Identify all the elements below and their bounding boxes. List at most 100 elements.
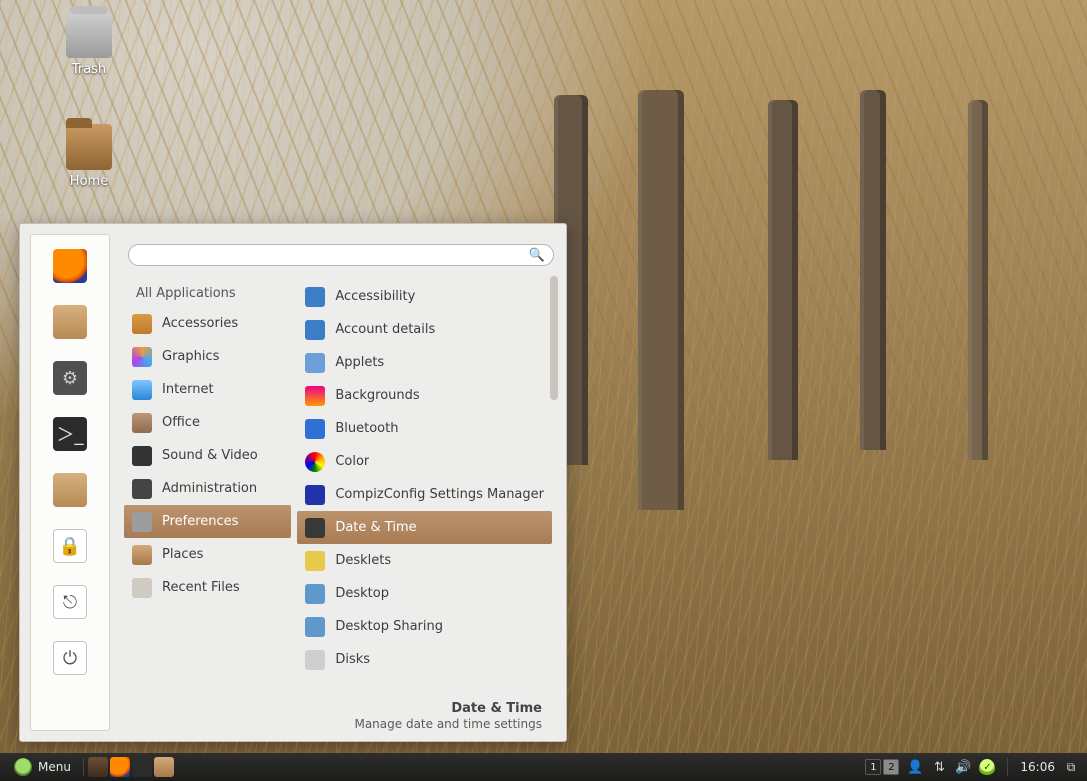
app-item-desklets[interactable]: Desklets <box>297 544 552 577</box>
category-label: Graphics <box>162 349 219 364</box>
system-tray: 1 2 👤 ⇅ 🔊 16:06 ⧉ <box>865 758 1081 776</box>
app-label: Applets <box>335 355 384 370</box>
search-icon: 🔍 <box>529 247 545 262</box>
favorite-terminal[interactable]: ＞_ <box>53 417 87 451</box>
app-item-bg[interactable]: Backgrounds <box>297 379 552 412</box>
menu-button-label: Menu <box>38 760 71 774</box>
wallpaper-decor <box>768 100 798 460</box>
logout-button[interactable]: ⎋ <box>53 585 87 619</box>
category-label: Office <box>162 415 200 430</box>
sound-icon <box>132 446 152 466</box>
clock-applet[interactable]: 16:06 <box>1020 760 1055 774</box>
lock-screen-button[interactable]: 🔒 <box>53 529 87 563</box>
category-item-sound[interactable]: Sound & Video <box>124 439 291 472</box>
accessories-icon <box>132 314 152 334</box>
app-item-share[interactable]: Desktop Sharing <box>297 610 552 643</box>
bt-icon <box>305 419 325 439</box>
logout-icon: ⎋ <box>63 592 77 613</box>
category-item-prefs[interactable]: Preferences <box>124 505 291 538</box>
app-label: Account details <box>335 322 435 337</box>
category-item-recent[interactable]: Recent Files <box>124 571 291 604</box>
workspace-2[interactable]: 2 <box>883 759 899 775</box>
firefox-launcher[interactable] <box>110 757 130 777</box>
category-item-office[interactable]: Office <box>124 406 291 439</box>
app-item-ccsm[interactable]: CompizConfig Settings Manager <box>297 478 552 511</box>
application-menu: ⚙ ＞_ 🔒 ⎋ ⏻ 🔍 All Applications Accessorie… <box>19 223 567 742</box>
bg-icon <box>305 386 325 406</box>
workspace-1[interactable]: 1 <box>865 759 881 775</box>
category-column: All Applications Accessories Graphics Inte… <box>124 274 291 697</box>
app-item-applets[interactable]: Applets <box>297 346 552 379</box>
app-label: Bluetooth <box>335 421 398 436</box>
volume-applet-icon[interactable]: 🔊 <box>955 759 971 775</box>
panel-separator <box>1007 758 1008 776</box>
app-label: Color <box>335 454 369 469</box>
app-item-color[interactable]: Color <box>297 445 552 478</box>
category-label: Places <box>162 547 203 562</box>
category-item-graphics[interactable]: Graphics <box>124 340 291 373</box>
tray-expand-icon[interactable]: ⧉ <box>1063 759 1079 775</box>
workspace-switcher: 1 2 <box>865 759 899 775</box>
user-applet-icon[interactable]: 👤 <box>907 759 923 775</box>
wallpaper-decor <box>968 100 988 460</box>
all-applications-item[interactable]: All Applications <box>124 280 291 307</box>
power-button[interactable]: ⏻ <box>53 641 87 675</box>
update-shield-icon[interactable] <box>979 759 995 775</box>
menu-footer: Date & Time Manage date and time setting… <box>124 697 552 735</box>
category-label: Accessories <box>162 316 238 331</box>
ccsm-icon <box>305 485 325 505</box>
category-item-places[interactable]: Places <box>124 538 291 571</box>
internet-icon <box>132 380 152 400</box>
category-label: Administration <box>162 481 257 496</box>
footer-desc: Manage date and time settings <box>124 717 542 733</box>
app-item-disks[interactable]: Disks <box>297 643 552 676</box>
files-launcher[interactable] <box>154 757 174 777</box>
app-item-a11y[interactable]: Accessibility <box>297 280 552 313</box>
recent-icon <box>132 578 152 598</box>
desklets-icon <box>305 551 325 571</box>
office-icon <box>132 413 152 433</box>
app-label: Backgrounds <box>335 388 419 403</box>
favorite-firefox[interactable] <box>53 249 87 283</box>
footer-title: Date & Time <box>124 701 542 718</box>
favorite-files[interactable] <box>53 473 87 507</box>
panel-separator <box>83 758 84 776</box>
app-item-desktop[interactable]: Desktop <box>297 577 552 610</box>
category-item-accessories[interactable]: Accessories <box>124 307 291 340</box>
network-applet-icon[interactable]: ⇅ <box>931 759 947 775</box>
app-label: Accessibility <box>335 289 415 304</box>
favorite-settings[interactable]: ⚙ <box>53 361 87 395</box>
desktop-icon-trash[interactable]: Trash <box>44 12 134 77</box>
terminal-launcher[interactable] <box>132 757 152 777</box>
desktop-icon-label: Trash <box>44 62 134 77</box>
app-label: Desktop <box>335 586 389 601</box>
desktop-icon <box>305 584 325 604</box>
app-item-acct[interactable]: Account details <box>297 313 552 346</box>
app-item-datetime[interactable]: Date & Time <box>297 511 552 544</box>
mint-logo-icon <box>14 758 32 776</box>
application-column: Accessibility Account details Applets Backg… <box>297 274 552 697</box>
category-item-admin[interactable]: Administration <box>124 472 291 505</box>
quick-launch <box>88 757 174 777</box>
datetime-icon <box>305 518 325 538</box>
category-label: Sound & Video <box>162 448 258 463</box>
applets-icon <box>305 353 325 373</box>
terminal-icon: ＞_ <box>57 421 84 447</box>
share-icon <box>305 617 325 637</box>
show-desktop-launcher[interactable] <box>88 757 108 777</box>
trash-icon <box>66 12 112 58</box>
menu-button[interactable]: Menu <box>6 753 79 781</box>
desktop-icon-home[interactable]: Home <box>44 124 134 189</box>
app-item-bt[interactable]: Bluetooth <box>297 412 552 445</box>
favorite-software[interactable] <box>53 305 87 339</box>
taskbar-panel: Menu 1 2 👤 ⇅ 🔊 16:06 ⧉ <box>0 753 1087 781</box>
menu-search-input[interactable] <box>128 244 554 266</box>
lock-icon: 🔒 <box>59 536 81 557</box>
search-button[interactable]: 🔍 <box>526 246 548 264</box>
wallpaper-decor <box>860 90 886 450</box>
graphics-icon <box>132 347 152 367</box>
home-folder-icon <box>66 124 112 170</box>
category-item-internet[interactable]: Internet <box>124 373 291 406</box>
menu-scrollbar[interactable] <box>550 276 558 400</box>
prefs-icon <box>132 512 152 532</box>
